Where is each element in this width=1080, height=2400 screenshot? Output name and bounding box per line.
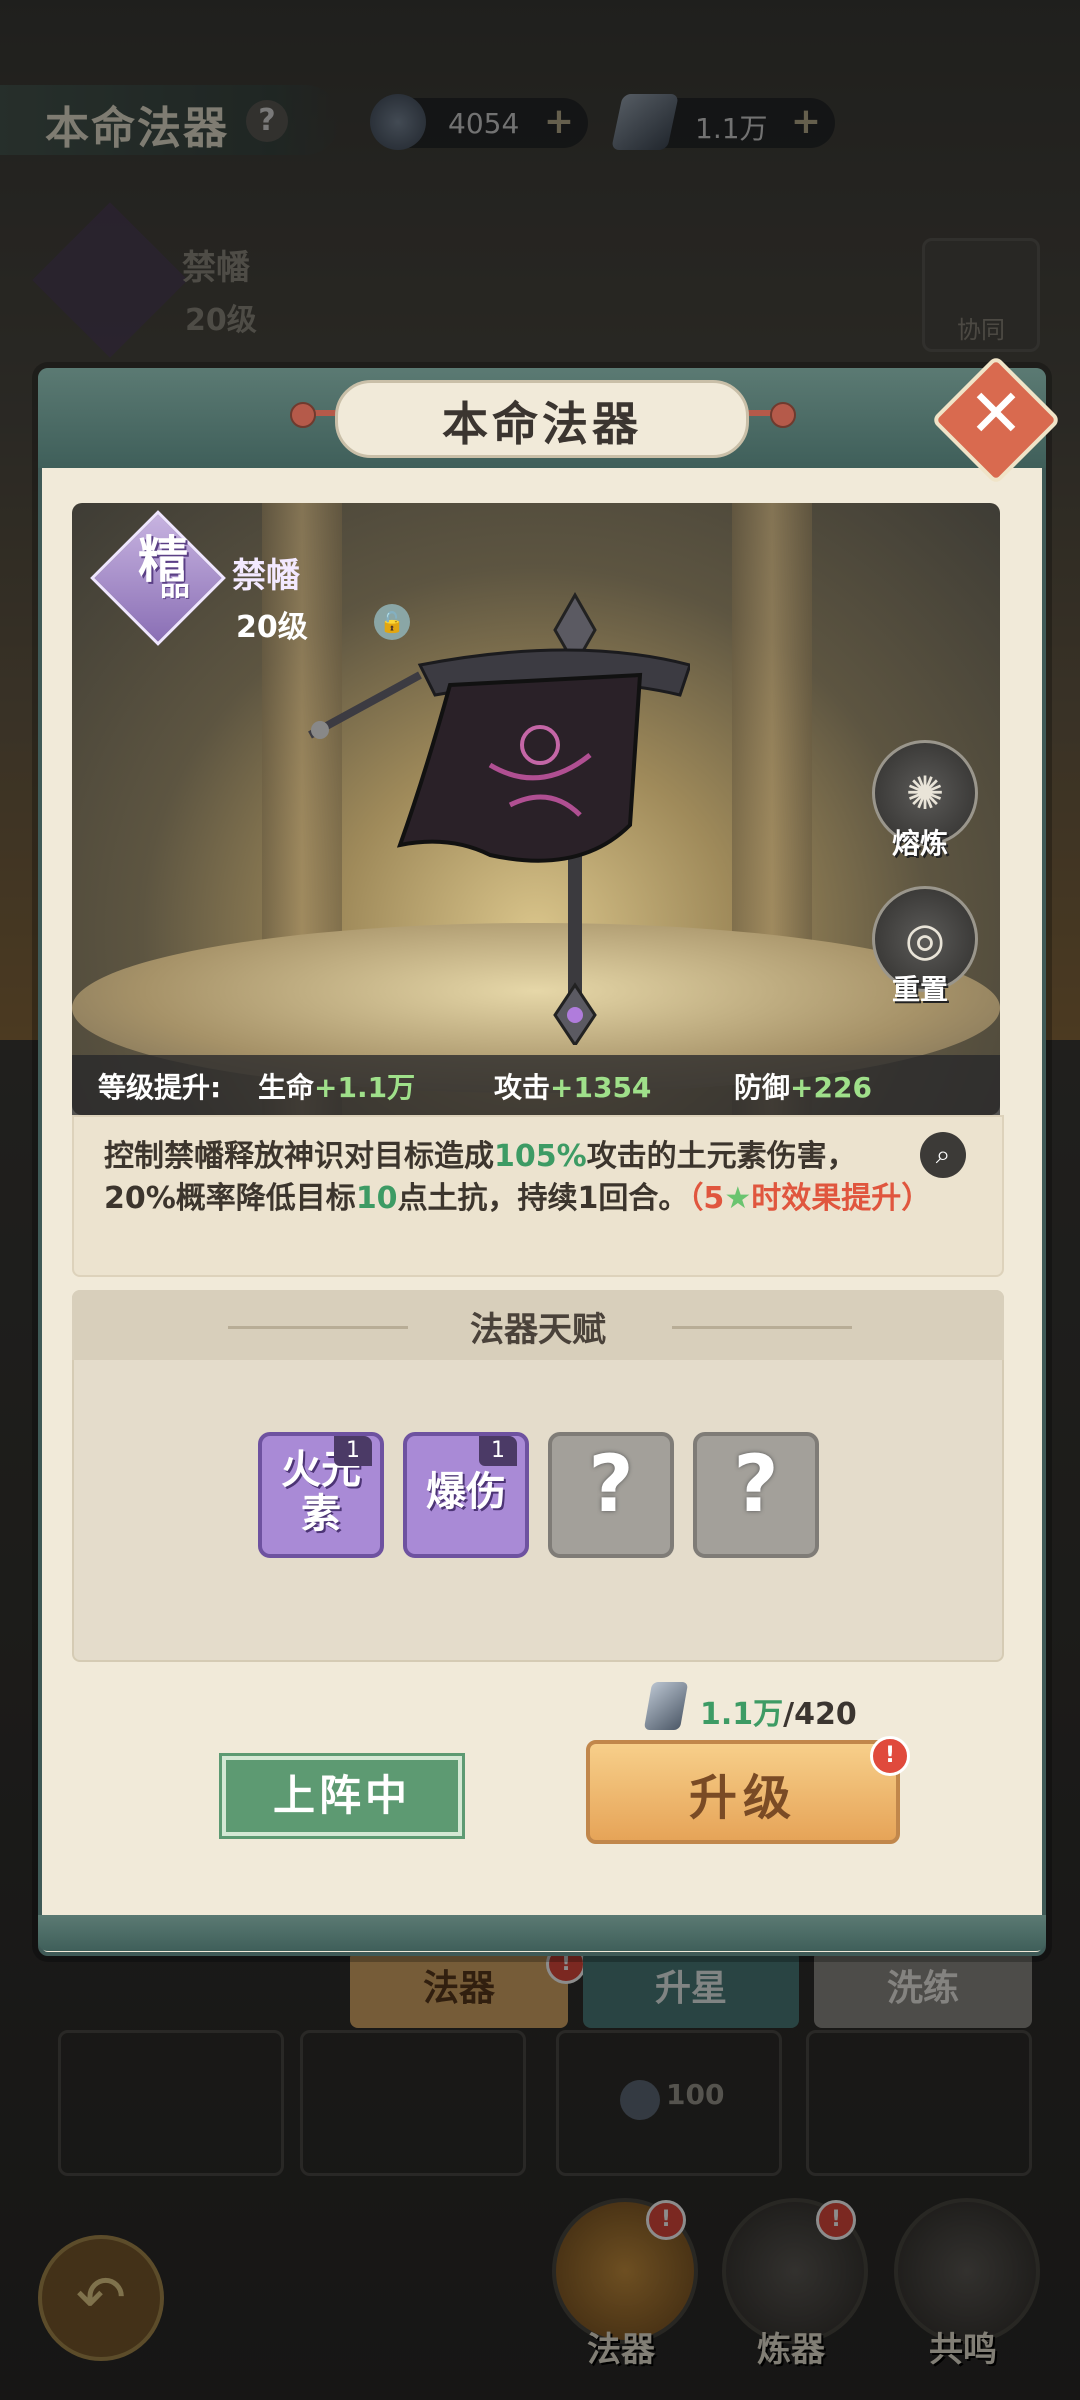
knot-decoration — [770, 402, 796, 428]
skill-description: 控制禁幡释放神识对目标造成105%攻击的土元素伤害， 20%概率降低目标10点土抗… — [104, 1139, 932, 1216]
talent-title: 法器天赋 — [470, 1310, 606, 1350]
deploy-label: 上阵中 — [272, 1771, 411, 1820]
modal-footer — [38, 1915, 1046, 1951]
stat-hp: 生命+1.1万 — [258, 1071, 416, 1104]
modal-title: 本命法器 — [442, 397, 642, 451]
knot-decoration — [290, 402, 316, 428]
lock-icon[interactable]: 🔓 — [374, 604, 410, 640]
reset-label: 重置 — [892, 973, 949, 1006]
smelt-label: 熔炼 — [892, 827, 949, 860]
banner-gem — [567, 1007, 583, 1023]
star-icon: ★ — [724, 1181, 752, 1216]
stat-attack: 攻击+1354 — [494, 1071, 652, 1104]
banner-artifact-image — [308, 591, 690, 1045]
stat-defense: 防御+226 — [734, 1071, 872, 1104]
question-icon: ? — [588, 1440, 634, 1530]
talent-label: 爆伤 — [426, 1469, 506, 1515]
talent-level-badge: 1 — [334, 1436, 372, 1466]
upgrade-cost: 1.1万/420 — [700, 1697, 857, 1732]
banner-cloth — [396, 672, 643, 863]
item-level: 20级 — [236, 610, 308, 645]
close-icon[interactable]: ✕ — [950, 368, 1042, 460]
stat-prefix: 等级提升: — [98, 1071, 222, 1104]
question-icon: ? — [733, 1440, 779, 1530]
magnifier-icon[interactable]: ⌕ — [920, 1132, 966, 1178]
banner-bead — [311, 721, 329, 739]
talent-level-badge: 1 — [479, 1436, 517, 1466]
item-name: 禁幡 — [232, 556, 300, 596]
upgrade-label: 升级 — [688, 1770, 797, 1826]
alert-badge: ! — [870, 1736, 910, 1776]
quality-sub-text: 品 — [160, 568, 190, 603]
